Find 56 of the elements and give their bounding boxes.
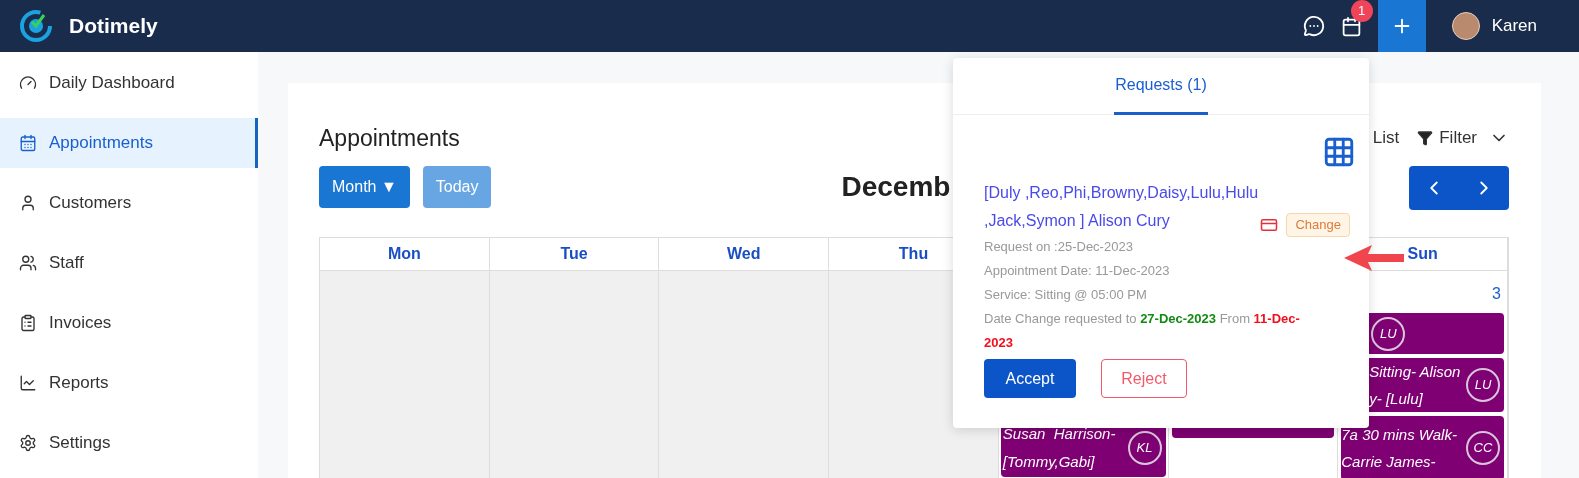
day-header: Tue bbox=[560, 244, 588, 264]
pointer-arrow bbox=[1344, 244, 1406, 272]
date-change-text: Date Change requested to 27-Dec-2023 From 11-Dec-2023 bbox=[984, 310, 1301, 352]
chat-icon[interactable] bbox=[1302, 15, 1325, 37]
page-title: Appointments bbox=[319, 124, 460, 153]
request-detail: Request on :25-Dec-2023 bbox=[984, 238, 1134, 256]
settings-icon bbox=[19, 434, 37, 452]
brand-name: Dotimely bbox=[69, 13, 158, 40]
staff-initials: LU bbox=[1371, 316, 1406, 351]
logo-icon bbox=[19, 9, 53, 43]
request-detail: Service: Sitting @ 05:00 PM bbox=[984, 286, 1148, 304]
avatar[interactable] bbox=[1451, 12, 1480, 40]
list-label[interactable]: List bbox=[1372, 125, 1400, 151]
line-chart-icon bbox=[19, 374, 37, 392]
event-card[interactable]: 7a 30 mins Walk- Carrie James- CC bbox=[1341, 416, 1504, 478]
sidebar-item[interactable]: Customers bbox=[0, 178, 258, 228]
sidebar-item[interactable]: Staff bbox=[0, 238, 258, 288]
calendar-icon[interactable] bbox=[1340, 15, 1362, 37]
card-icon bbox=[1260, 216, 1279, 234]
add-button[interactable] bbox=[1377, 0, 1426, 52]
sidebar-item[interactable]: Reports bbox=[0, 358, 258, 408]
event-text: [Tommy,Gabi] bbox=[1002, 452, 1096, 472]
funnel-icon bbox=[1417, 130, 1434, 146]
sidebar-item[interactable]: Daily Dashboard bbox=[0, 58, 258, 108]
event-text: Carrie James- bbox=[1341, 452, 1437, 472]
month-view-button[interactable]: Month ▼ bbox=[319, 166, 410, 208]
filter-button[interactable]: Filter bbox=[1417, 125, 1509, 151]
sidebar-item[interactable]: Invoices bbox=[0, 298, 258, 348]
sidebar-item[interactable]: Appointments bbox=[0, 118, 258, 168]
person-icon bbox=[19, 194, 37, 212]
event-text: Sitting- Alison bbox=[1369, 362, 1462, 382]
gauge-icon bbox=[19, 74, 37, 92]
event-text: Susan Harrison- bbox=[1002, 424, 1117, 444]
accept-button[interactable]: Accept bbox=[984, 359, 1076, 398]
notification-badge: 1 bbox=[1350, 0, 1373, 22]
date-number: 3 bbox=[1492, 284, 1501, 304]
month-title: Decemb bbox=[841, 170, 951, 204]
request-title[interactable]: [Duly ,Reo,Phi,Browny,Daisy,Lulu,Hulu ,Jack,Symon ] Alison Cury bbox=[984, 179, 1284, 235]
event-text: y- [Lulu] bbox=[1369, 389, 1424, 409]
day-header: Thu bbox=[898, 244, 929, 264]
day-header: Wed bbox=[727, 244, 761, 264]
day-header: Sun bbox=[1407, 244, 1438, 264]
user-name[interactable]: Karen bbox=[1491, 13, 1537, 39]
people-icon bbox=[19, 254, 37, 272]
request-detail: Appointment Date: 11-Dec-2023 bbox=[984, 262, 1171, 280]
sidebar-item[interactable]: Settings bbox=[0, 418, 258, 468]
staff-initials: KL bbox=[1127, 431, 1162, 465]
requests-tab[interactable]: Requests (1) bbox=[1114, 58, 1208, 115]
day-header: Mon bbox=[387, 244, 421, 264]
calendar-icon bbox=[19, 134, 37, 152]
event-text: 7a 30 mins Walk- bbox=[1341, 425, 1458, 445]
staff-initials: LU bbox=[1466, 368, 1500, 402]
staff-initials: CC bbox=[1466, 431, 1500, 465]
grid-icon[interactable] bbox=[1322, 135, 1356, 169]
clipboard-icon bbox=[19, 314, 37, 332]
change-tag: Change bbox=[1286, 213, 1350, 237]
